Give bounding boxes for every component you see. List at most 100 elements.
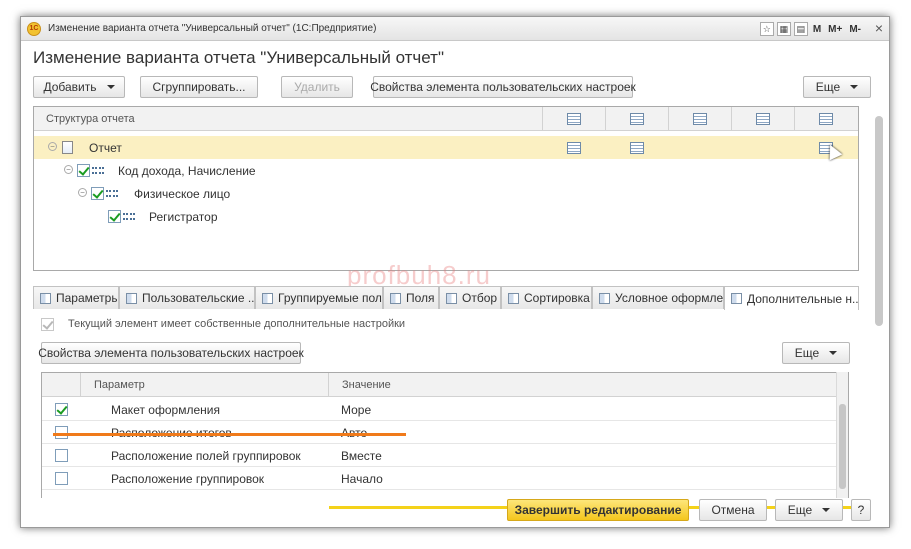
more-button-label: Еще bbox=[815, 80, 841, 94]
element-properties-button-2[interactable]: Свойства элемента пользовательских настр… bbox=[38, 342, 304, 364]
row-checkbox[interactable] bbox=[77, 164, 90, 177]
param-checkbox[interactable] bbox=[55, 403, 68, 416]
tab-icon bbox=[508, 292, 519, 304]
own-settings-checkbox[interactable] bbox=[41, 318, 54, 331]
settings-tabs: Параметры Пользовательские ... Группируе… bbox=[33, 285, 859, 310]
tab-icon bbox=[390, 292, 401, 304]
title-bar: 1С Изменение варианта отчета "Универсаль… bbox=[21, 17, 889, 41]
scrollbar-thumb[interactable] bbox=[839, 404, 846, 489]
table-row[interactable]: Расположение группировок Начало bbox=[42, 467, 837, 490]
param-checkbox[interactable] bbox=[55, 472, 68, 485]
cancel-button[interactable]: Отмена bbox=[699, 499, 767, 521]
tab-parameters[interactable]: Параметры bbox=[33, 286, 119, 309]
chevron-down-icon bbox=[829, 351, 838, 355]
column-settings-icon[interactable] bbox=[542, 107, 605, 131]
more-button-2[interactable]: Еще bbox=[782, 342, 850, 364]
filter-grid-icon bbox=[629, 141, 644, 154]
tab-label: Параметры bbox=[56, 291, 119, 305]
row-checkbox[interactable] bbox=[91, 187, 104, 200]
delete-button[interactable]: Удалить bbox=[281, 76, 353, 98]
sort-grid-icon bbox=[693, 113, 707, 125]
column-filter-icon[interactable] bbox=[605, 107, 668, 131]
collapse-icon[interactable]: − bbox=[64, 165, 73, 174]
parameters-scrollbar[interactable] bbox=[836, 372, 848, 498]
more-button-label: Еще bbox=[794, 346, 820, 360]
highlight-underline bbox=[53, 433, 406, 436]
param-value[interactable]: Начало bbox=[341, 472, 383, 486]
form-scrollbar[interactable] bbox=[874, 116, 884, 498]
grouping-icon bbox=[123, 213, 135, 220]
tab-user-settings[interactable]: Пользовательские ... bbox=[119, 286, 255, 309]
row-settings-icon[interactable] bbox=[542, 136, 605, 159]
collapse-icon[interactable]: − bbox=[48, 142, 57, 151]
tree-row-person[interactable]: − Физическое лицо bbox=[34, 182, 858, 205]
add-button[interactable]: Добавить bbox=[33, 76, 125, 98]
1c-logo-icon[interactable]: 1С bbox=[27, 22, 41, 36]
tab-icon bbox=[126, 292, 137, 304]
report-icon bbox=[62, 141, 73, 154]
tree-row-income-code[interactable]: − Код дохода, Начисление bbox=[34, 159, 858, 182]
form-title: Изменение варианта отчета "Универсальный… bbox=[33, 48, 445, 67]
report-structure-tree[interactable]: Структура отчета − Отчет − Код дохода, Н… bbox=[33, 106, 859, 271]
param-name: Макет оформления bbox=[111, 403, 220, 417]
tree-row-label: Регистратор bbox=[149, 210, 218, 224]
window-title: Изменение варианта отчета "Универсальный… bbox=[48, 23, 377, 34]
tab-icon bbox=[262, 292, 273, 304]
tab-sorting[interactable]: Сортировка bbox=[501, 286, 592, 309]
grouping-icon bbox=[92, 167, 104, 174]
param-checkbox[interactable] bbox=[55, 449, 68, 462]
add-button-label: Добавить bbox=[43, 80, 97, 94]
tree-row-report[interactable]: − Отчет bbox=[34, 136, 858, 159]
tab-grouping-fields[interactable]: Группируемые поля bbox=[255, 286, 383, 309]
tab-icon bbox=[40, 292, 51, 304]
tab-icon bbox=[599, 292, 610, 304]
column-additional-icon[interactable] bbox=[794, 107, 857, 131]
group-button[interactable]: Сгруппировать... bbox=[140, 76, 258, 98]
row-checkbox[interactable] bbox=[108, 210, 121, 223]
tab-fields[interactable]: Поля bbox=[383, 286, 439, 309]
title-toolbar: ☆ ▦ ▤ M M+ M- bbox=[759, 21, 863, 37]
own-settings-label: Текущий элемент имеет собственные дополн… bbox=[68, 318, 406, 330]
calculator-icon[interactable]: ▦ bbox=[776, 22, 791, 36]
scrollbar-thumb[interactable] bbox=[875, 116, 883, 326]
more-button[interactable]: Еще bbox=[803, 76, 871, 98]
finish-editing-button[interactable]: Завершить редактирование bbox=[507, 499, 689, 521]
parameters-header: Параметр Значение bbox=[42, 373, 837, 397]
tab-additional[interactable]: Дополнительные н... bbox=[724, 286, 859, 310]
memory-plus-button[interactable]: M+ bbox=[826, 24, 844, 35]
collapse-icon[interactable]: − bbox=[78, 188, 87, 197]
more-button-footer[interactable]: Еще bbox=[775, 499, 843, 521]
param-column-header[interactable]: Параметр bbox=[94, 379, 145, 391]
memory-minus-button[interactable]: M- bbox=[847, 24, 863, 35]
param-value[interactable]: Вместе bbox=[341, 449, 382, 463]
filter-grid-icon bbox=[630, 113, 644, 125]
tab-conditional-formatting[interactable]: Условное оформле... bbox=[592, 286, 724, 309]
tab-label: Поля bbox=[406, 291, 435, 305]
structure-header: Структура отчета bbox=[34, 107, 858, 131]
param-name: Расположение полей группировок bbox=[111, 449, 301, 463]
report-variant-window: 1С Изменение варианта отчета "Универсаль… bbox=[20, 16, 890, 528]
column-appearance-icon[interactable] bbox=[731, 107, 794, 131]
tree-row-registrar[interactable]: Регистратор bbox=[34, 205, 858, 228]
table-row[interactable]: Расположение полей группировок Вместе bbox=[42, 444, 837, 467]
close-icon[interactable]: × bbox=[875, 20, 883, 36]
param-value[interactable]: Море bbox=[341, 403, 371, 417]
column-sort-icon[interactable] bbox=[668, 107, 731, 131]
element-properties-button[interactable]: Свойства элемента пользовательских настр… bbox=[370, 76, 636, 98]
tab-label: Сортировка bbox=[524, 291, 590, 305]
help-button[interactable]: ? bbox=[851, 499, 871, 521]
value-column-header[interactable]: Значение bbox=[342, 379, 391, 391]
tab-icon bbox=[446, 292, 457, 304]
table-row[interactable]: Макет оформления Море bbox=[42, 398, 837, 421]
tab-label: Группируемые поля bbox=[278, 291, 383, 305]
calendar-icon[interactable]: ▤ bbox=[793, 22, 808, 36]
param-name: Расположение группировок bbox=[111, 472, 265, 486]
chevron-down-icon bbox=[822, 508, 831, 512]
favorite-icon[interactable]: ☆ bbox=[759, 22, 774, 36]
structure-header-label: Структура отчета bbox=[46, 113, 135, 125]
tab-label: Пользовательские ... bbox=[142, 291, 255, 305]
chevron-down-icon bbox=[850, 85, 859, 89]
row-filter-icon[interactable] bbox=[605, 136, 668, 159]
memory-button[interactable]: M bbox=[811, 24, 823, 35]
tab-filter[interactable]: Отбор bbox=[439, 286, 501, 309]
